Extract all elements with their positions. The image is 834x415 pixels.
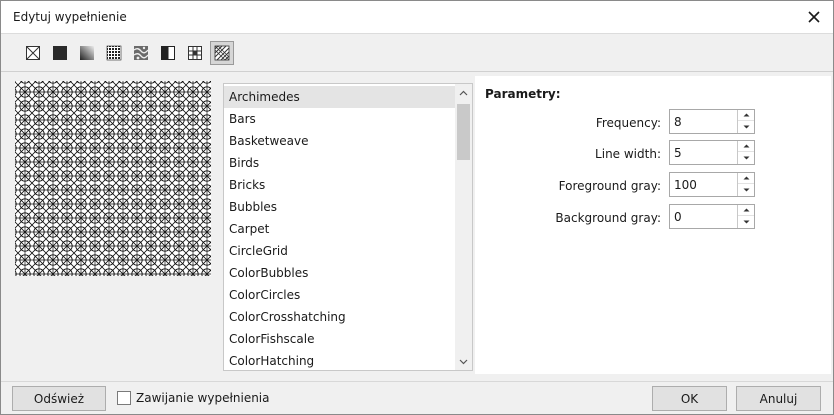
line-width-spin-buttons	[737, 141, 754, 164]
spin-down-icon	[743, 125, 749, 128]
edit-fill-dialog: Edytuj wypełnienie Archimedes Bars Baske…	[0, 0, 834, 415]
spin-down-icon	[743, 220, 749, 223]
frequency-label: Frequency:	[595, 116, 661, 130]
frequency-spin-buttons	[737, 110, 754, 133]
scroll-up-button[interactable]	[455, 84, 472, 101]
fill-pattern-list-item[interactable]: Birds	[224, 152, 455, 174]
bitmap-pattern-icon	[133, 46, 149, 60]
fill-pattern-list-item[interactable]: Basketweave	[224, 130, 455, 152]
line-width-value[interactable]: 5	[674, 146, 682, 160]
fill-pattern-list-item[interactable]: Carpet	[224, 218, 455, 240]
scroll-down-button[interactable]	[455, 353, 472, 370]
wrap-fill-checkbox[interactable]	[117, 391, 131, 405]
fill-pattern-list-items: Archimedes Bars Basketweave Birds Bricks Bubb…	[224, 84, 455, 370]
tool-vector-pattern[interactable]	[183, 41, 207, 65]
foreground-gray-label: Foreground gray:	[558, 179, 661, 193]
foreground-gray-spinner[interactable]: 100	[669, 172, 755, 197]
frequency-spinner[interactable]: 8	[669, 109, 755, 134]
line-width-spinner[interactable]: 5	[669, 140, 755, 165]
parameters-title: Parametry:	[485, 87, 561, 101]
background-gray-spin-buttons	[737, 205, 754, 228]
no-fill-icon	[26, 46, 40, 60]
tool-gradient-fill[interactable]	[75, 41, 99, 65]
fill-pattern-list-item[interactable]: CircleGrid	[224, 240, 455, 262]
spin-down-icon	[743, 156, 749, 159]
fill-pattern-list-item[interactable]: ColorHatching	[224, 350, 455, 370]
parameters-panel: Parametry: Frequency: 8 Line width: 5 Fo…	[475, 76, 831, 374]
background-gray-value[interactable]: 0	[674, 210, 682, 224]
fill-pattern-list-item[interactable]: Bubbles	[224, 196, 455, 218]
postscript-fill-icon	[214, 45, 230, 61]
background-gray-spinner[interactable]: 0	[669, 204, 755, 229]
fill-pattern-list-item[interactable]: ColorFishscale	[224, 328, 455, 350]
chevron-up-icon	[459, 90, 468, 95]
chevron-down-icon	[459, 359, 468, 364]
dialog-footer: Odśwież Zawijanie wypełnienia OK Anuluj	[1, 381, 833, 414]
vector-pattern-icon	[188, 46, 202, 60]
close-button[interactable]	[801, 5, 827, 29]
spin-up-icon	[743, 144, 749, 148]
foreground-gray-value[interactable]: 100	[674, 178, 697, 192]
fill-pattern-list-item[interactable]: ColorBubbles	[224, 262, 455, 284]
frequency-decrement[interactable]	[738, 121, 754, 132]
refresh-button[interactable]: Odśwież	[12, 386, 106, 411]
fill-type-toolbar	[1, 34, 833, 72]
spin-up-icon	[743, 208, 749, 212]
list-scrollbar[interactable]	[455, 84, 472, 370]
gradient-fill-icon	[80, 46, 94, 60]
line-width-label: Line width:	[595, 147, 661, 161]
spin-up-icon	[743, 113, 749, 117]
ok-button[interactable]: OK	[652, 386, 727, 411]
tool-texture-fill[interactable]	[156, 41, 180, 65]
foreground-gray-spin-buttons	[737, 173, 754, 196]
uniform-fill-icon	[53, 46, 67, 60]
wrap-fill-label[interactable]: Zawijanie wypełnienia	[136, 391, 270, 405]
foreground-gray-increment[interactable]	[738, 173, 754, 184]
background-gray-decrement[interactable]	[738, 216, 754, 227]
tool-bitmap-pattern[interactable]	[129, 41, 153, 65]
scroll-thumb[interactable]	[457, 104, 470, 160]
fill-pattern-list-item[interactable]: ColorCircles	[224, 284, 455, 306]
spin-down-icon	[743, 188, 749, 191]
foreground-gray-decrement[interactable]	[738, 184, 754, 195]
tool-no-fill[interactable]	[21, 41, 45, 65]
fill-pattern-list[interactable]: Archimedes Bars Basketweave Birds Bricks Bubb…	[223, 83, 473, 371]
close-icon	[808, 11, 820, 23]
tool-two-color-pattern[interactable]	[102, 41, 126, 65]
spin-up-icon	[743, 176, 749, 180]
cancel-button[interactable]: Anuluj	[736, 386, 821, 411]
tool-postscript-fill[interactable]	[210, 41, 234, 65]
line-width-decrement[interactable]	[738, 152, 754, 163]
two-color-pattern-icon	[106, 45, 122, 61]
texture-fill-icon	[161, 46, 175, 60]
fill-preview	[15, 81, 211, 276]
frequency-value[interactable]: 8	[674, 115, 682, 129]
fill-pattern-list-item[interactable]: Bricks	[224, 174, 455, 196]
fill-pattern-list-item[interactable]: Archimedes	[224, 86, 455, 108]
frequency-increment[interactable]	[738, 110, 754, 121]
fill-pattern-list-item[interactable]: Bars	[224, 108, 455, 130]
tool-uniform-fill[interactable]	[48, 41, 72, 65]
line-width-increment[interactable]	[738, 141, 754, 152]
title-bar: Edytuj wypełnienie	[1, 1, 833, 34]
background-gray-increment[interactable]	[738, 205, 754, 216]
dialog-title: Edytuj wypełnienie	[13, 10, 127, 24]
archimedes-pattern-preview	[15, 81, 211, 276]
background-gray-label: Background gray:	[555, 211, 661, 225]
fill-pattern-list-item[interactable]: ColorCrosshatching	[224, 306, 455, 328]
